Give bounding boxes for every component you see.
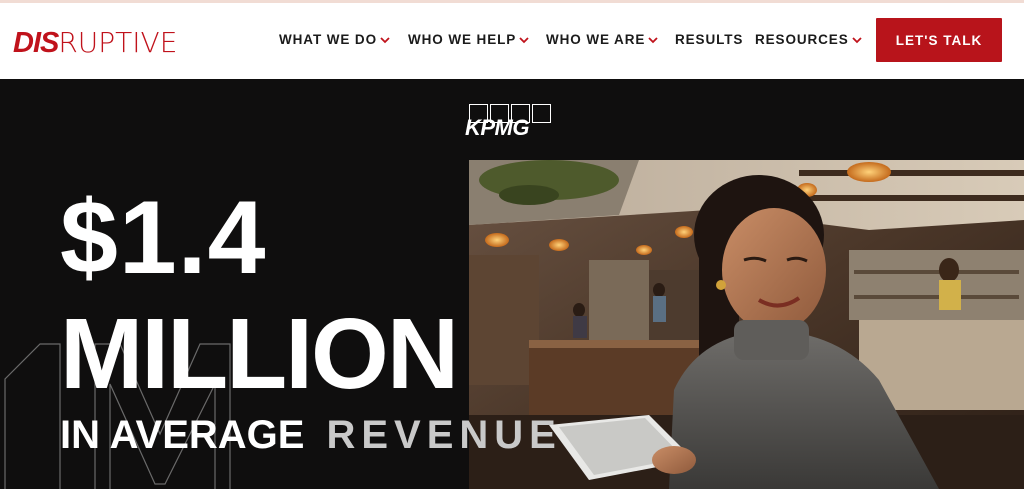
nav-item-label: WHO WE ARE [546, 32, 646, 47]
hero-amount: $1.4 [60, 180, 267, 296]
client-logo-kpmg: KPMG [465, 104, 555, 144]
chevron-down-icon [379, 34, 391, 46]
nav-item-who-we-are[interactable]: WHO WE ARE [546, 32, 659, 47]
brand-logo[interactable]: DIS RUPTIVE [13, 26, 178, 59]
nav-item-label: RESULTS [675, 32, 744, 47]
nav-item-label: WHO WE HELP [408, 32, 517, 47]
nav-item-resources[interactable]: RESOURCES [755, 32, 863, 47]
logo-thin-part: RUPTIVE [58, 26, 178, 59]
hero-section: KPMG $1.4 MILLION IN AVERAGE REVENUE [0, 79, 1024, 489]
hero-unit: MILLION [60, 298, 459, 410]
lets-talk-button[interactable]: LET'S TALK [876, 18, 1002, 62]
chevron-down-icon [851, 34, 863, 46]
nav-item-who-we-help[interactable]: WHO WE HELP [408, 32, 530, 47]
hero-subline-part2: REVENUE [326, 413, 562, 457]
hero-subline: IN AVERAGE REVENUE [60, 413, 562, 457]
logo-bold-part: DIS [13, 27, 59, 59]
nav-item-what-we-do[interactable]: WHAT WE DO [279, 32, 391, 47]
nav-item-label: WHAT WE DO [279, 32, 377, 47]
chevron-down-icon [647, 34, 659, 46]
kpmg-box [532, 104, 551, 123]
nav-item-label: RESOURCES [755, 32, 849, 47]
kpmg-wordmark: KPMG [465, 115, 530, 140]
chevron-down-icon [518, 34, 530, 46]
hero-subline-part1: IN AVERAGE [60, 413, 305, 457]
nav-item-results[interactable]: RESULTS [675, 32, 743, 47]
site-header: DIS RUPTIVE WHAT WE DO WHO WE HELP WHO W… [0, 3, 1024, 79]
